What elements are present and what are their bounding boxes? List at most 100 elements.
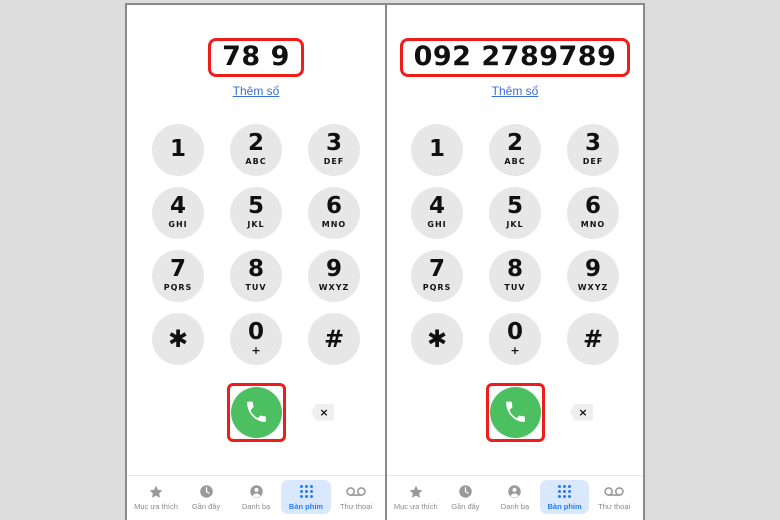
backspace-icon: × [319,405,329,419]
keypad-row: 1 2 ABC 3 DEF [152,124,360,176]
backspace-button-left[interactable]: × [311,403,334,421]
key-6[interactable]: 6 MNO [308,187,360,239]
key-digit: 9 [325,256,342,282]
key-digit: 3 [325,130,342,156]
key-digit: 1 [169,135,186,162]
key-3[interactable]: 3 DEF [308,124,360,176]
tab-label: Danh bạ [241,502,271,511]
phone-icon [505,401,525,422]
number-display-highlight-left: 78 9 [208,38,304,77]
key-6[interactable]: 6 MNO [567,187,619,239]
key-digit: 7 [428,256,445,282]
key-digit: # [582,325,604,353]
tab-label: Mục ưa thích [134,502,178,511]
tab-label: Gần đây [191,502,221,511]
tab-favorites-right[interactable]: Mục ưa thích [391,480,441,514]
key-8[interactable]: 8 TUV [230,250,282,302]
key-3[interactable]: 3 DEF [567,124,619,176]
key-letters: MNO [321,220,347,229]
keypad-row: 7 PQRS 8 TUV 9 WXYZ [152,250,360,302]
call-row-left: × [127,379,385,445]
key-digit: 6 [325,193,342,219]
add-number-link-right[interactable]: Thêm số [492,84,539,98]
tab-label: Thư thoại [339,502,373,511]
call-button-right[interactable] [489,386,541,438]
star-icon [408,483,424,500]
key-0[interactable]: 0 + [489,313,541,365]
phone-panel-left: 78 9 Thêm số 1 2 ABC 3 DEF 4 GHI 5 JKL 6… [127,5,385,520]
screenshot-stage: 78 9 Thêm số 1 2 ABC 3 DEF 4 GHI 5 JKL 6… [0,0,780,520]
key-hash[interactable]: # [308,313,360,365]
key-5[interactable]: 5 JKL [489,187,541,239]
tab-recents-left[interactable]: Gần đây [181,480,231,514]
key-0[interactable]: 0 + [230,313,282,365]
key-letters: GHI [168,220,188,229]
keypad-row: 7 PQRS 8 TUV 9 WXYZ [411,250,619,302]
number-display-highlight-right: 092 2789789 [399,38,631,77]
key-2[interactable]: 2 ABC [489,124,541,176]
key-digit: 9 [584,256,601,282]
call-row-right: × [387,379,643,445]
key-digit: 4 [428,193,445,219]
key-letters: ABC [504,157,526,166]
tab-label: Gần đây [451,502,480,511]
keypad-right: 1 2 ABC 3 DEF 4 GHI 5 JKL 6 MNO 7 PQRS 8… [387,98,643,475]
key-5[interactable]: 5 JKL [230,187,282,239]
key-digit: 2 [247,130,264,156]
key-4[interactable]: 4 GHI [411,187,463,239]
call-button-left[interactable] [230,386,282,438]
key-letters: MNO [580,220,606,229]
clock-icon [458,483,473,500]
tab-label: Bàn phím [547,502,582,511]
tab-label: Bàn phím [288,502,324,511]
tab-contacts-left[interactable]: Danh bạ [231,480,281,514]
key-8[interactable]: 8 TUV [489,250,541,302]
phone-screenshots-pair: 78 9 Thêm số 1 2 ABC 3 DEF 4 GHI 5 JKL 6… [125,3,645,520]
star-icon [148,483,164,500]
key-digit: # [323,325,345,353]
tab-favorites-left[interactable]: Mục ưa thích [131,480,181,514]
keypad-row: ✱ 0 + # [152,313,360,365]
key-digit: 0 [247,318,264,345]
key-letters: JKL [506,220,524,229]
voicemail-icon [604,483,624,500]
key-9[interactable]: 9 WXYZ [567,250,619,302]
key-hash[interactable]: # [567,313,619,365]
key-letters: WXYZ [318,283,350,292]
tab-label: Thư thoại [598,502,631,511]
tab-recents-right[interactable]: Gần đây [441,480,491,514]
keypad-left: 1 2 ABC 3 DEF 4 GHI 5 JKL 6 MNO 7 PQRS 8… [127,98,385,475]
key-4[interactable]: 4 GHI [152,187,204,239]
backspace-button-right[interactable]: × [570,403,593,421]
tab-keypad-left[interactable]: Bàn phím [281,480,331,514]
key-digit: 2 [506,130,523,156]
key-1[interactable]: 1 [411,124,463,176]
key-letters: ABC [245,157,267,166]
key-7[interactable]: 7 PQRS [152,250,204,302]
tab-contacts-right[interactable]: Danh bạ [490,480,540,514]
key-letters: WXYZ [577,283,609,292]
tabbar-right: Mục ưa thích Gần đây Danh bạ Bàn phím Th… [387,475,643,520]
phone-icon [246,401,266,422]
key-9[interactable]: 9 WXYZ [308,250,360,302]
person-icon [249,483,264,500]
key-2[interactable]: 2 ABC [230,124,282,176]
key-7[interactable]: 7 PQRS [411,250,463,302]
person-icon [507,483,522,500]
tab-voicemail-right[interactable]: Thư thoại [589,480,639,514]
tab-label: Mục ưa thích [393,502,438,511]
tab-label: Danh bạ [500,502,530,511]
tab-voicemail-left[interactable]: Thư thoại [331,480,381,514]
key-asterisk[interactable]: ✱ [411,313,463,365]
key-letters: GHI [427,220,447,229]
key-digit: 4 [169,193,186,219]
key-letters: DEF [582,157,604,166]
key-letters: JKL [247,220,265,229]
add-number-link-left[interactable]: Thêm số [233,84,280,98]
key-asterisk[interactable]: ✱ [152,313,204,365]
key-1[interactable]: 1 [152,124,204,176]
dialed-number-right: 092 2789789 [413,41,617,72]
keypad-icon [299,483,313,500]
key-plus: + [510,343,520,357]
tab-keypad-right[interactable]: Bàn phím [539,480,590,514]
